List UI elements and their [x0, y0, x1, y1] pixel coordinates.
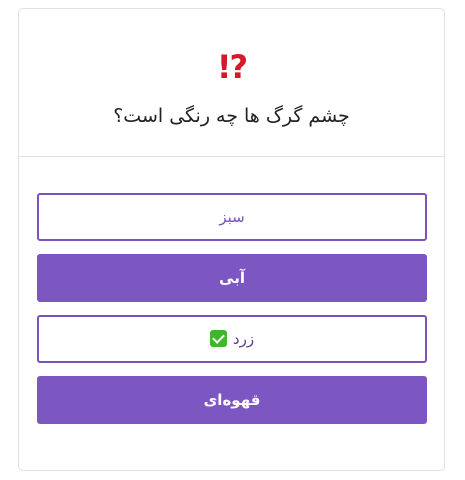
exclamation-question-icon: !? [216, 48, 248, 86]
answer-option-4-label: قهوه‌ای [203, 391, 261, 409]
answer-option-1[interactable]: سبز [37, 193, 427, 241]
answer-option-4[interactable]: قهوه‌ای [37, 376, 427, 424]
check-mark-icon [209, 329, 227, 347]
quiz-card: !? چشم گرگ ها چه رنگی است؟ سبز آبی زرد ق… [18, 8, 445, 471]
answer-option-1-label: سبز [219, 208, 245, 226]
answer-options: سبز آبی زرد قهوه‌ای [37, 193, 427, 437]
answer-option-2-label: آبی [219, 269, 245, 287]
question-text: چشم گرگ ها چه رنگی است؟ [113, 105, 350, 127]
answer-option-3[interactable]: زرد [37, 315, 427, 363]
quiz-header: !? چشم گرگ ها چه رنگی است؟ [19, 9, 444, 157]
answer-option-2[interactable]: آبی [37, 254, 427, 302]
answer-option-3-label: زرد [232, 330, 255, 348]
